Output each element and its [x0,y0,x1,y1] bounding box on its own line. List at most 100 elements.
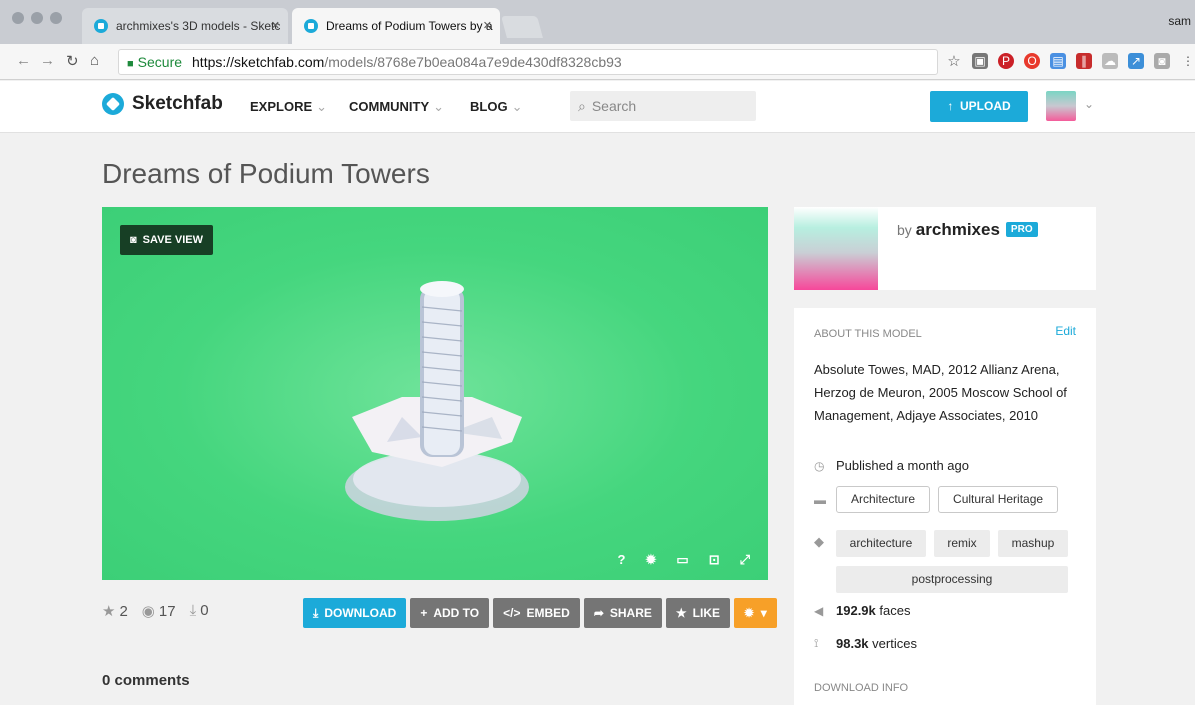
save-view-button[interactable]: ◙ SAVE VIEW [120,225,213,255]
faces-icon: ◀ [814,603,824,618]
extension-translate-icon[interactable]: ▣ [972,53,988,69]
pinterest-icon[interactable]: P [998,53,1014,69]
likes-value: 2 [119,603,128,620]
new-tab-button[interactable] [501,16,543,38]
secure-label: Secure [137,54,183,70]
address-bar[interactable]: ■ Secure https://sketchfab.com/models/8768… [118,49,938,75]
pro-badge: PRO [1005,222,1038,237]
categories-row: ▬ Architecture Cultural Heritage [814,486,1059,513]
vr-icon[interactable]: ▭ [676,552,688,568]
download-icon: ⤓ [313,606,319,620]
vertices-row: ⟟ 98.3k vertices [814,636,917,651]
edit-link[interactable]: Edit [1055,324,1076,338]
fullscreen-icon[interactable]: ⤢ [740,552,750,568]
upload-button[interactable]: ↑ UPLOAD [930,91,1028,122]
share-arrow-icon: ➦ [593,606,604,620]
tag-mashup[interactable]: mashup [998,530,1068,557]
profile-name[interactable]: sam [1168,14,1191,28]
browser-tab-model[interactable]: Dreams of Podium Towers by a ✕ [292,8,500,44]
tab-title: Dreams of Podium Towers by a [326,19,493,33]
downloads-value: 0 [200,602,209,619]
faces-label: faces [879,603,911,618]
lock-icon: ■ [127,58,134,70]
vertices-label: vertices [872,636,917,651]
model-render [345,281,529,521]
nav-community[interactable]: COMMUNITY ⌄ [349,99,444,115]
minimize-window-button[interactable] [31,12,43,24]
logo-text: Sketchfab [132,93,223,114]
settings-dropdown-button[interactable]: ✹ ▾ [734,598,777,628]
embed-button[interactable]: </> EMBED [493,598,580,628]
nav-community-label: COMMUNITY [349,99,430,114]
close-tab-icon[interactable]: ✕ [271,8,280,44]
model-stats: ★ 2 ◉ 17 ⤓ 0 [102,602,209,620]
share-label: SHARE [609,606,652,620]
avatar[interactable] [1046,91,1076,121]
published-row: ◷ Published a month ago [814,458,969,473]
author-line: by archmixes PRO [897,220,1038,240]
add-to-button[interactable]: + ADD TO [410,598,490,628]
code-icon: </> [503,606,521,620]
likes-count: ★ 2 [102,602,128,620]
settings-icon[interactable]: ✹ [645,552,656,568]
search-icon: ⌕ [578,98,586,114]
share-button[interactable]: ➦ SHARE [583,598,662,628]
url-host: https://sketchfab.com [192,54,325,70]
url-path: /models/8768e7b0ea084a7e9de430df8328cb93 [324,54,622,70]
embed-icon[interactable]: ⊡ [709,552,720,568]
close-tab-icon[interactable]: ✕ [483,8,492,44]
back-arrow-icon[interactable]: ← [16,52,31,69]
docs-icon[interactable]: ▤ [1050,53,1066,69]
extension-bars-icon[interactable]: ∥ [1076,53,1092,69]
tag-remix[interactable]: remix [934,530,990,557]
save-view-label: SAVE VIEW [142,234,203,246]
chevron-down-icon[interactable]: ⌄ [1084,97,1094,111]
bookmark-star-icon[interactable]: ☆ [946,53,962,70]
forward-arrow-icon[interactable]: → [40,52,55,69]
sketchfab-logo-icon [102,93,124,115]
faces-value: 192.9k [836,603,876,618]
chevron-down-icon: ⌄ [511,99,523,114]
model-viewer[interactable]: ◙ SAVE VIEW ? ✹ ▭ ⊡ ⤢ [102,207,768,580]
menu-dots-icon[interactable]: ⋮ [1180,53,1195,69]
camera-icon: ◙ [130,234,137,246]
views-count: ◉ 17 [142,602,176,620]
tag-postprocessing[interactable]: postprocessing [836,566,1068,593]
download-label: DOWNLOAD [324,606,397,620]
close-window-button[interactable] [12,12,24,24]
category-cultural-heritage[interactable]: Cultural Heritage [938,486,1059,513]
search-placeholder: Search [591,98,637,114]
reload-icon[interactable]: ↻ [66,52,79,70]
search-input[interactable]: ⌕ Search [570,91,756,121]
clock-icon: ◷ [814,458,825,473]
gear-icon: ✹ [744,606,755,620]
nav-blog[interactable]: BLOG ⌄ [470,99,522,115]
cloud-icon[interactable]: ☁ [1102,53,1118,69]
browser-tab-models[interactable]: archmixes's 3D models - Sketc ✕ [82,8,288,44]
help-icon[interactable]: ? [618,552,626,568]
nav-blog-label: BLOG [470,99,508,114]
embed-label: EMBED [526,606,570,620]
nav-explore[interactable]: EXPLORE ⌄ [250,99,327,115]
download-button[interactable]: ⤓ DOWNLOAD [303,598,407,628]
archive-icon: ▬ [814,492,826,507]
site-header: Sketchfab EXPLORE ⌄ COMMUNITY ⌄ BLOG ⌄ ⌕ Sea… [0,81,1195,133]
sketchfab-logo[interactable]: Sketchfab [102,93,223,115]
category-architecture[interactable]: Architecture [836,486,931,513]
download-icon: ⤓ [189,602,197,619]
model-description: Absolute Towes, MAD, 2012 Allianz Arena,… [814,362,1067,423]
tag-architecture[interactable]: architecture [836,530,926,557]
home-icon[interactable]: ⌂ [90,52,99,69]
opera-icon[interactable]: O [1024,53,1040,69]
eye-icon: ◉ [141,603,155,620]
extension-arrow-icon[interactable]: ↗ [1128,53,1144,69]
like-button[interactable]: ★ LIKE [665,598,730,628]
page-title: Dreams of Podium Towers [102,158,430,189]
extension-icons: ☆ ▣ P O ▤ ∥ ☁ ↗ ◙ ⋮ [946,53,1195,70]
model-thumbnail[interactable] [794,207,878,290]
author-name[interactable]: archmixes [916,220,1000,239]
chevron-down-icon: ▾ [760,606,767,620]
zoom-window-button[interactable] [50,12,62,24]
author-card: by archmixes PRO [794,207,1096,290]
camera-icon[interactable]: ◙ [1154,53,1170,69]
